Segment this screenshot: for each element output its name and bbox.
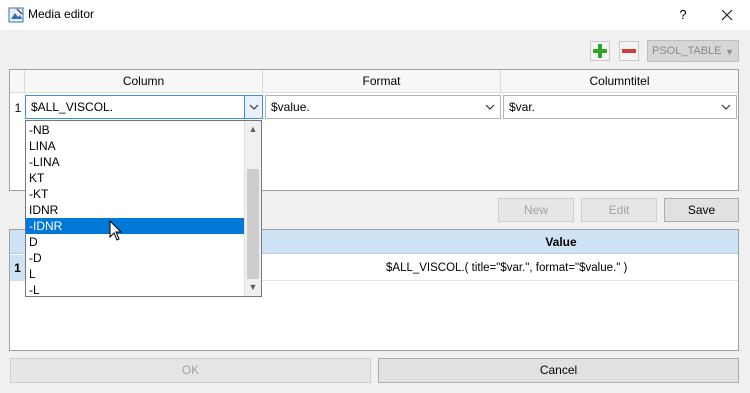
row-number: 1 [14, 101, 22, 115]
row-number: 1 [10, 255, 25, 281]
media-editor-icon [8, 7, 24, 23]
edit-button[interactable]: Edit [581, 198, 657, 222]
column-combobox[interactable]: $ALL_VISCOL. [25, 95, 263, 119]
ok-button[interactable]: OK [10, 358, 371, 383]
minus-icon [622, 49, 636, 53]
column-header-columntitel[interactable]: Columntitel [501, 70, 738, 93]
column-combobox-value: $ALL_VISCOL. [31, 100, 114, 114]
scrollbar-thumb[interactable] [247, 169, 259, 279]
table-select-value: PSOL_TABLE [652, 45, 722, 57]
dropdown-item-selected[interactable]: -IDNR [26, 218, 244, 234]
format-combobox-value: $value. [271, 100, 310, 114]
chevron-down-icon [484, 96, 496, 125]
close-button[interactable] [713, 4, 741, 26]
column-header-format[interactable]: Format [263, 70, 501, 93]
title-bar [0, 0, 750, 30]
dropdown-item[interactable]: D [26, 234, 244, 250]
dropdown-item[interactable]: -D [26, 250, 244, 266]
save-button[interactable]: Save [664, 198, 739, 222]
dropdown-item[interactable]: KT [26, 170, 244, 186]
chevron-down-icon: ▼ [725, 47, 734, 57]
plus-icon [593, 44, 607, 58]
column-header-value[interactable]: Value [384, 230, 738, 254]
value-cell[interactable]: $ALL_VISCOL.( title="$var.", format="$va… [386, 255, 627, 281]
mouse-cursor-icon [109, 219, 123, 245]
dropdown-item[interactable]: IDNR [26, 202, 244, 218]
column-dropdown-list[interactable]: -NB LINA -LINA KT -KT IDNR -IDNR D -D L … [25, 120, 262, 297]
chevron-up-icon[interactable]: ▲ [245, 121, 261, 138]
dropdown-item[interactable]: -NB [26, 122, 244, 138]
dropdown-item[interactable]: LINA [26, 138, 244, 154]
window-title: Media editor [28, 7, 95, 21]
column-header-column[interactable]: Column [25, 70, 263, 93]
column-combobox-dropdown-button[interactable] [244, 96, 262, 118]
row-header-corner [10, 70, 25, 93]
new-button[interactable]: New [498, 198, 574, 222]
remove-row-button[interactable] [619, 41, 639, 61]
close-icon [721, 9, 733, 21]
cancel-button[interactable]: Cancel [378, 358, 739, 383]
help-button[interactable]: ? [671, 4, 695, 26]
chevron-down-icon[interactable]: ▼ [245, 279, 261, 296]
table-select[interactable]: PSOL_TABLE ▼ [647, 40, 739, 62]
dropdown-item[interactable]: -KT [26, 186, 244, 202]
dropdown-item[interactable]: -L [26, 282, 244, 296]
dropdown-item[interactable]: -LINA [26, 154, 244, 170]
columntitel-combobox-value: $var. [509, 100, 536, 114]
add-row-button[interactable] [590, 41, 610, 61]
dropdown-item[interactable]: L [26, 266, 244, 282]
chevron-down-icon [249, 104, 259, 110]
dropdown-scrollbar[interactable]: ▲ ▼ [244, 121, 261, 296]
columntitel-combobox[interactable]: $var. [503, 95, 737, 119]
chevron-down-icon [720, 96, 732, 125]
format-combobox[interactable]: $value. [265, 95, 501, 119]
